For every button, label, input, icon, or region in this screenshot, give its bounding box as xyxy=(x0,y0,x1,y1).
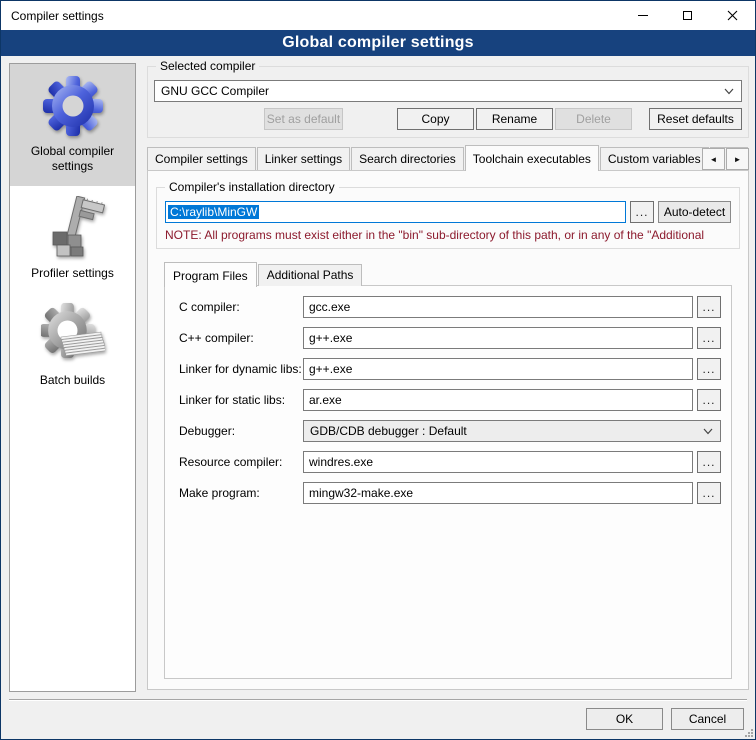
gear-paper-stack-icon xyxy=(41,303,105,367)
ok-button[interactable]: OK xyxy=(586,708,663,730)
field-row-static-linker: Linker for static libs: ... xyxy=(179,389,721,411)
resource-compiler-browse-button[interactable]: ... xyxy=(697,451,721,473)
static-linker-browse-button[interactable]: ... xyxy=(697,389,721,411)
field-label: Resource compiler: xyxy=(179,455,303,469)
field-label: Make program: xyxy=(179,486,303,500)
rename-button[interactable]: Rename xyxy=(476,108,553,130)
make-program-browse-button[interactable]: ... xyxy=(697,482,721,504)
selected-compiler-group: Selected compiler GNU GCC Compiler Set a… xyxy=(147,66,749,138)
program-files-tabstrip: Program Files Additional Paths xyxy=(164,261,732,286)
cpp-compiler-input[interactable] xyxy=(303,327,693,349)
resize-grip[interactable] xyxy=(744,728,753,737)
field-row-debugger: Debugger: GDB/CDB debugger : Default xyxy=(179,420,721,442)
compiler-settings-dialog: Compiler settings Global compiler settin… xyxy=(0,0,756,740)
sidebar-item-batch-builds[interactable]: Batch builds xyxy=(10,293,135,400)
field-label: Linker for static libs: xyxy=(179,393,303,407)
window-title: Compiler settings xyxy=(1,9,104,23)
compiler-select[interactable]: GNU GCC Compiler xyxy=(154,80,742,102)
sidebar-item-profiler-settings[interactable]: Profiler settings xyxy=(10,186,135,293)
maximize-icon xyxy=(683,11,692,20)
caliper-icon xyxy=(41,196,105,260)
install-dir-selected-text: C:\raylib\MinGW xyxy=(168,205,259,219)
program-files-pane: C compiler: ... C++ compiler: ... Linker… xyxy=(164,285,732,679)
sidebar-item-global-compiler-settings[interactable]: Global compiler settings xyxy=(10,64,135,186)
installation-directory-group-label: Compiler's installation directory xyxy=(165,180,339,194)
field-row-make-program: Make program: ... xyxy=(179,482,721,504)
settings-category-list: Global compiler settings xyxy=(9,63,136,692)
blue-gear-icon xyxy=(41,74,105,138)
tab-search-directories[interactable]: Search directories xyxy=(351,147,464,170)
footer-buttons: OK Cancel xyxy=(586,708,744,730)
arrow-left-icon: ◄ xyxy=(710,155,718,164)
dynamic-linker-browse-button[interactable]: ... xyxy=(697,358,721,380)
selected-compiler-group-label: Selected compiler xyxy=(156,59,259,73)
chevron-down-icon xyxy=(724,88,734,95)
field-label: Linker for dynamic libs: xyxy=(179,362,303,376)
subtab-additional-paths[interactable]: Additional Paths xyxy=(258,264,363,286)
tab-linker-settings[interactable]: Linker settings xyxy=(257,147,350,170)
delete-button[interactable]: Delete xyxy=(555,108,632,130)
sidebar-item-label: Profiler settings xyxy=(14,266,131,281)
c-compiler-input[interactable] xyxy=(303,296,693,318)
compiler-select-value: GNU GCC Compiler xyxy=(161,84,269,98)
field-row-resource-compiler: Resource compiler: ... xyxy=(179,451,721,473)
tab-toolchain-executables[interactable]: Toolchain executables xyxy=(465,145,599,171)
titlebar: Compiler settings xyxy=(1,1,755,30)
close-button[interactable] xyxy=(710,1,755,30)
field-row-dynamic-linker: Linker for dynamic libs: ... xyxy=(179,358,721,380)
arrow-right-icon: ► xyxy=(734,155,742,164)
installation-directory-row: C:\raylib\MinGW ... Auto-detect xyxy=(165,201,731,223)
page-title: Global compiler settings xyxy=(1,30,755,56)
sidebar-item-label: Batch builds xyxy=(14,373,131,388)
sidebar-item-label: Global compiler settings xyxy=(14,144,131,174)
spacer xyxy=(632,108,649,130)
debugger-select[interactable]: GDB/CDB debugger : Default xyxy=(303,420,721,442)
reset-defaults-button[interactable]: Reset defaults xyxy=(649,108,742,130)
tab-scroll-right-button[interactable]: ► xyxy=(726,148,749,170)
minimize-button[interactable] xyxy=(620,1,665,30)
bin-subdirectory-note: NOTE: All programs must exist either in … xyxy=(165,228,731,242)
installation-directory-group: Compiler's installation directory C:\ray… xyxy=(156,187,740,249)
cpp-compiler-browse-button[interactable]: ... xyxy=(697,327,721,349)
tab-custom-variables[interactable]: Custom variables xyxy=(600,147,709,170)
window-controls xyxy=(620,1,755,30)
minimize-icon xyxy=(638,15,648,16)
static-linker-input[interactable] xyxy=(303,389,693,411)
toolchain-executables-pane: Compiler's installation directory C:\ray… xyxy=(147,170,749,690)
footer-divider xyxy=(9,699,747,701)
make-program-input[interactable] xyxy=(303,482,693,504)
maximize-button[interactable] xyxy=(665,1,710,30)
auto-detect-button[interactable]: Auto-detect xyxy=(658,201,731,223)
c-compiler-browse-button[interactable]: ... xyxy=(697,296,721,318)
tab-compiler-settings[interactable]: Compiler settings xyxy=(147,147,256,170)
close-icon xyxy=(727,10,738,21)
main-panel: Selected compiler GNU GCC Compiler Set a… xyxy=(147,63,749,690)
subtab-program-files[interactable]: Program Files xyxy=(164,262,257,287)
field-label: C compiler: xyxy=(179,300,303,314)
install-dir-input[interactable]: C:\raylib\MinGW xyxy=(165,201,626,223)
cancel-button[interactable]: Cancel xyxy=(671,708,744,730)
field-label: C++ compiler: xyxy=(179,331,303,345)
install-dir-browse-button[interactable]: ... xyxy=(630,201,654,223)
compiler-buttons-row: Set as default Copy Rename Delete Reset … xyxy=(154,108,742,130)
field-label: Debugger: xyxy=(179,424,303,438)
copy-button[interactable]: Copy xyxy=(397,108,474,130)
set-as-default-button[interactable]: Set as default xyxy=(264,108,343,130)
settings-tabstrip: Compiler settings Linker settings Search… xyxy=(147,144,749,170)
debugger-select-value: GDB/CDB debugger : Default xyxy=(310,424,467,438)
field-row-c-compiler: C compiler: ... xyxy=(179,296,721,318)
resource-compiler-input[interactable] xyxy=(303,451,693,473)
dynamic-linker-input[interactable] xyxy=(303,358,693,380)
spacer xyxy=(343,108,397,130)
chevron-down-icon xyxy=(703,428,713,435)
field-row-cpp-compiler: C++ compiler: ... xyxy=(179,327,721,349)
tab-scroll-left-button[interactable]: ◄ xyxy=(702,148,725,170)
